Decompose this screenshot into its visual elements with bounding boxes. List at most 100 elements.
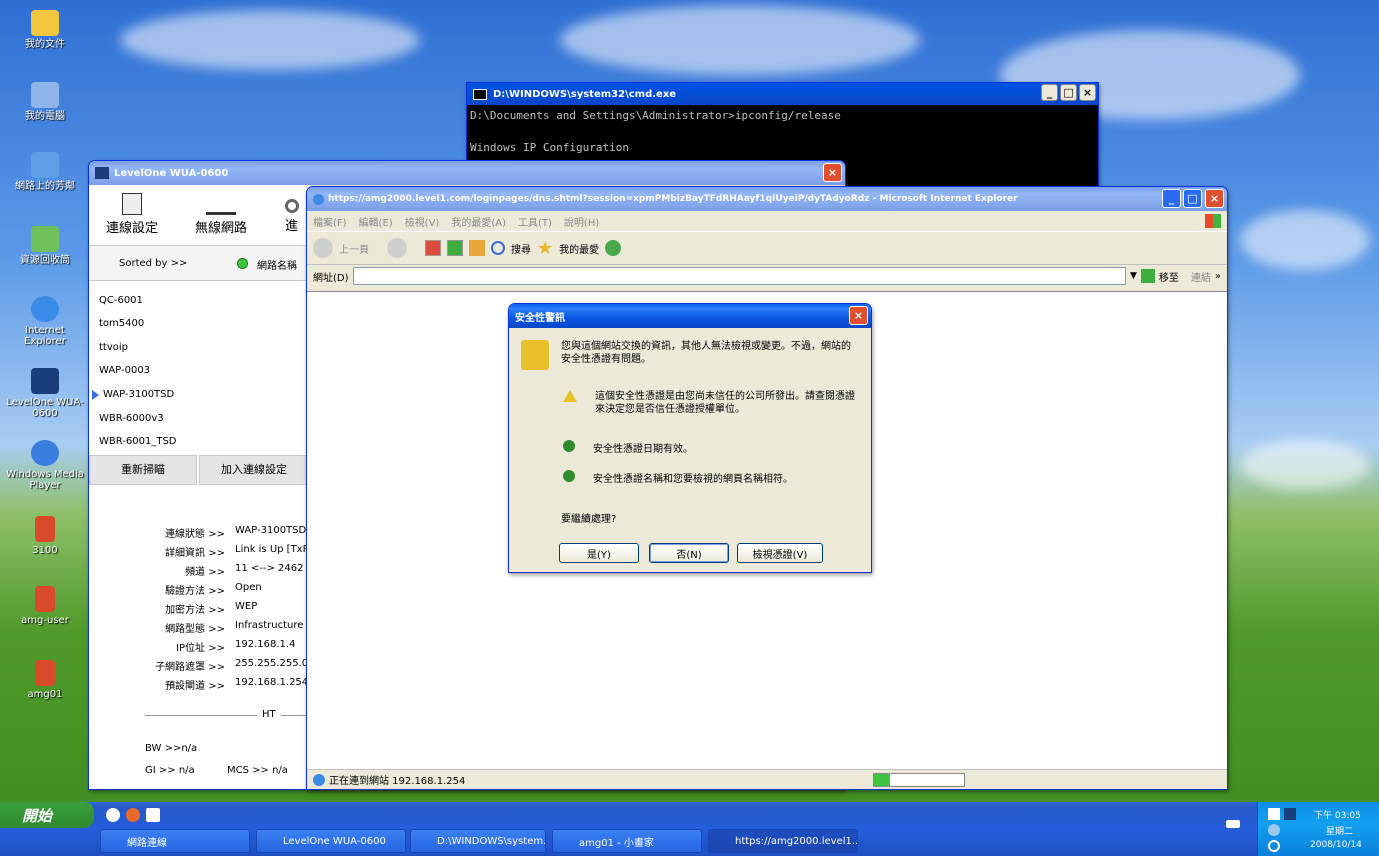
ie-icon [31,296,59,322]
sort-network-name[interactable]: 網路名稱 [257,257,297,272]
taskbar-button[interactable]: 網路連線 [100,829,250,853]
dialog-titlebar[interactable]: 安全性警訊 [509,304,871,328]
cmd-titlebar[interactable]: D:\WINDOWS\system32\cmd.exe [467,83,1098,105]
no-button[interactable]: 否(N) [649,543,729,563]
search-icon[interactable] [491,241,505,255]
tab-wireless-label: 無線網路 [194,221,247,236]
list-item[interactable]: tom5400 [99,318,144,329]
list-item-selected[interactable]: WAP-3100TSD [103,389,174,400]
desktop-icon-3100[interactable]: 3100 [4,516,86,556]
menu-edit[interactable]: 編輯(E) [359,214,393,229]
desktop-icon-label: amg01 [27,689,63,700]
dialog-question: 要繼續處理? [561,514,617,525]
levelone-titlebar[interactable]: LevelOne WUA-0600 [89,161,845,185]
stop-icon[interactable] [425,240,441,256]
levelone-panel: 連線設定 無線網路 進 Sorted by >> 網路名稱 QC-6001 to… [89,185,315,789]
system-tray: 下午 03:05 星期二 2008/10/14 [1257,802,1379,856]
desktop-icon-network[interactable]: 網路上的芳鄰 [4,152,86,192]
search-button-label[interactable]: 搜尋 [511,241,531,256]
minimize-button[interactable]: _ [1041,84,1058,101]
status-label: 網路型態 >> [165,624,225,635]
close-button[interactable]: × [823,163,842,182]
view-certificate-button[interactable]: 檢視憑證(V) [737,543,823,563]
taskbar-button[interactable]: LevelOne WUA-0600 [256,829,406,853]
desktop-icon-my-computer[interactable]: 我的電腦 [4,82,86,122]
quicklaunch-show-desktop-icon[interactable] [146,808,160,822]
maximize-button[interactable]: □ [1183,189,1202,208]
levelone-title: LevelOne WUA-0600 [114,167,229,179]
list-item[interactable]: WBR-6001_TSD [99,436,177,447]
taskbar-button[interactable]: D:\WINDOWS\system... [410,829,546,853]
desktop-icon-amg01[interactable]: amg01 [4,660,86,700]
history-icon[interactable] [605,240,622,256]
minimize-button[interactable]: _ [1162,189,1181,208]
favorites-star-icon[interactable]: ★ [537,238,553,259]
levelone-tray-icon[interactable] [1284,808,1296,820]
desktop-icon-levelone[interactable]: LevelOne WUA-0600 [4,368,86,419]
status-value: Link is Up [TxP [235,544,309,555]
advanced-button[interactable]: 進 [285,193,307,234]
menu-view[interactable]: 檢視(V) [405,214,440,229]
ie-titlebar[interactable]: https://amg2000.level1.com/loginpages/dn… [307,187,1227,211]
close-button[interactable]: × [849,306,868,325]
chevron-right-icon[interactable]: » [1215,271,1221,282]
taskbar-button[interactable]: amg01 - 小畫家 [552,829,702,853]
check-icon [563,440,575,452]
address-input[interactable] [352,267,1126,285]
wireless-network-button[interactable]: 無線網路 [183,193,259,236]
list-item[interactable]: WBR-6000v3 [99,413,164,424]
close-button[interactable]: × [1205,189,1224,208]
profile-settings-button[interactable]: 連線設定 [97,193,167,236]
network-tray-icon[interactable] [1268,808,1280,820]
maximize-button[interactable]: □ [1060,84,1077,101]
add-profile-button[interactable]: 加入連線設定 [199,455,309,485]
menu-file[interactable]: 檔案(F) [313,214,347,229]
security-alert-dialog[interactable]: 安全性警訊 × 您與這個網站交換的資訊，其他人無法檢視或變更。不過，網站的安全性… [508,303,872,573]
yes-button[interactable]: 是(Y) [559,543,639,563]
rescan-button[interactable]: 重新掃瞄 [89,455,197,485]
item-text: 這個安全性憑證是由您尚未信任的公司所發出。請查閱憑證來決定您是否信任憑證授權單位… [595,391,855,415]
go-button-label[interactable]: 移至 [1159,269,1179,284]
cmd-icon [473,88,487,100]
status-label: 驗證方法 >> [165,586,225,597]
list-item[interactable]: ttvoip [99,342,128,353]
menu-favorites[interactable]: 我的最愛(A) [451,214,506,229]
menu-tools[interactable]: 工具(T) [518,214,552,229]
tab-advanced-label: 進 [285,219,299,234]
menu-help[interactable]: 說明(H) [564,214,599,229]
sorted-by-label[interactable]: Sorted by >> [119,258,187,269]
clock-time[interactable]: 下午 03:05 [1314,808,1361,821]
address-bar: 網址(D) ▼ 移至 連結 » [307,265,1227,287]
quicklaunch-ie-icon[interactable] [106,808,120,822]
wifi-tray-icon[interactable] [1268,840,1280,852]
close-button[interactable]: × [1079,84,1096,101]
list-item[interactable]: QC-6001 [99,295,143,306]
refresh-icon[interactable] [447,240,463,256]
start-button[interactable]: 開始 [0,802,94,828]
go-arrow-icon[interactable] [1140,269,1155,283]
chevron-down-icon[interactable]: ▼ [1130,271,1137,281]
keyboard-icon[interactable] [1226,820,1240,828]
console-line: D:\Documents and Settings\Administrator>… [470,109,841,122]
forward-arrow-icon[interactable] [387,238,407,258]
links-button[interactable]: 連結 [1191,269,1211,284]
clock-day: 星期二 [1326,827,1354,837]
desktop-icon-label: 我的電腦 [25,111,65,122]
desktop-icon-recycle-bin[interactable]: 資源回收筒 [4,226,86,266]
home-icon[interactable] [469,240,485,256]
desktop-icon-my-documents[interactable]: 我的文件 [4,10,86,50]
back-button-label[interactable]: 上一頁 [339,241,369,256]
gear-icon [285,199,299,213]
dialog-item: 安全性憑證名稱和您要檢視的網頁名稱相符。 [509,470,871,485]
speaker-tray-icon[interactable] [1268,824,1280,836]
back-arrow-icon[interactable] [313,238,333,258]
quicklaunch-media-icon[interactable] [126,808,140,822]
list-item[interactable]: WAP-0003 [99,365,150,376]
desktop-icon-amg-user[interactable]: amg-user [4,586,86,626]
dialog-title: 安全性警訊 [515,312,565,324]
status-text: 正在連到網站 192.168.1.254 [329,776,466,787]
favorites-button-label[interactable]: 我的最愛 [559,241,599,256]
taskbar-button-active[interactable]: https://amg2000.level1... [708,829,858,853]
desktop-icon-media-player[interactable]: Windows Media Player [4,440,86,491]
desktop-icon-ie[interactable]: Internet Explorer [4,296,86,347]
